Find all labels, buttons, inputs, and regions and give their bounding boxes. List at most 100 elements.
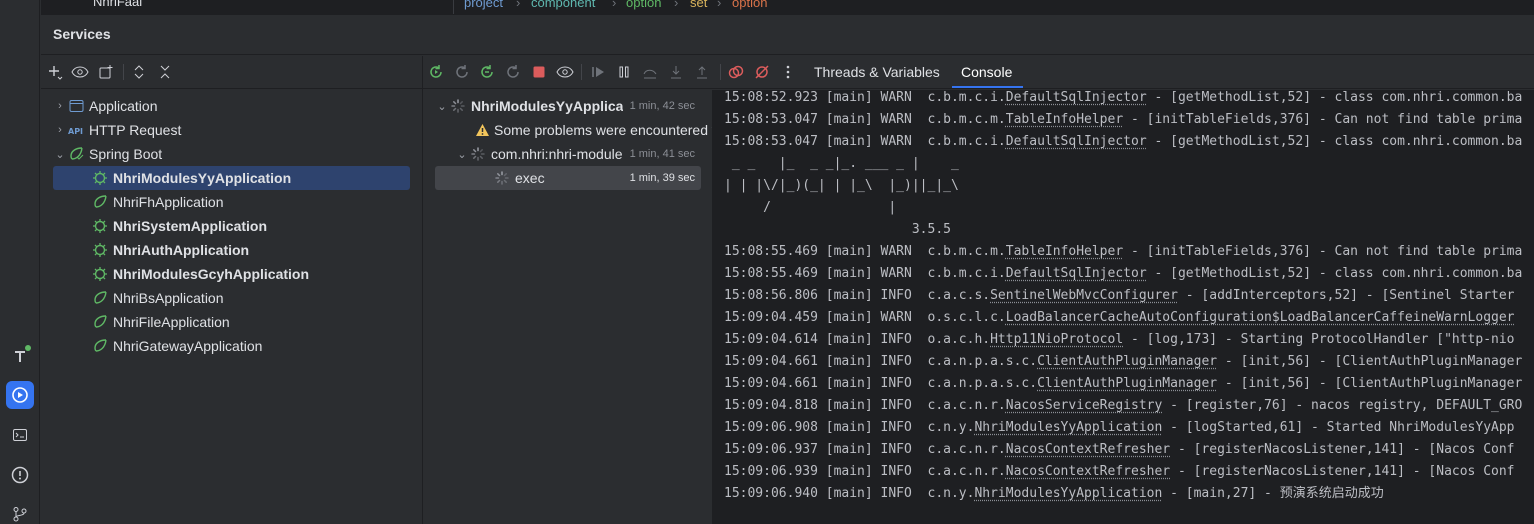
log-class-link[interactable]: TableInfoHelper xyxy=(1006,112,1123,127)
log-prefix: 15:09:04.818 [main] INFO c.a.c.n.r. xyxy=(724,398,1006,413)
spring-running-icon xyxy=(91,170,109,186)
run-tree-exec[interactable]: exec 1 min, 39 sec xyxy=(435,166,701,190)
log-class-link[interactable]: SentinelWebMvcConfigurer xyxy=(990,288,1178,303)
console-output[interactable]: 15:08:52.923 [main] WARN c.b.m.c.i.Defau… xyxy=(713,90,1534,524)
console-line: 15:09:04.459 [main] WARN o.s.c.l.c.LoadB… xyxy=(724,307,1515,329)
breadcrumb-item[interactable]: option xyxy=(732,0,767,10)
step-out-icon[interactable] xyxy=(692,62,712,82)
tree-item-spring-boot[interactable]: ⌄ Spring Boot xyxy=(53,142,410,166)
log-class-link[interactable]: ClientAuthPluginManager xyxy=(1037,354,1217,369)
tree-item-app[interactable]: NhriFhApplication xyxy=(53,190,410,214)
log-prefix: 15:09:04.661 [main] INFO c.a.n.p.a.s.c. xyxy=(724,354,1037,369)
stop-icon[interactable] xyxy=(529,62,549,82)
chevron-down-icon[interactable]: ⌄ xyxy=(435,100,449,113)
rerun-icon[interactable] xyxy=(426,62,446,82)
console-line: / | xyxy=(724,197,967,219)
log-class-link[interactable]: NacosServiceRegistry xyxy=(1006,398,1163,413)
tree-item-label: NhriModulesGcyhApplication xyxy=(113,266,309,282)
eye-icon[interactable] xyxy=(555,62,575,82)
log-class-link[interactable]: NhriModulesYyApplication xyxy=(974,420,1162,435)
run-toolbar: Threads & Variables Console xyxy=(423,56,1534,89)
tree-item-app[interactable]: NhriFileApplication xyxy=(53,310,410,334)
pause-icon[interactable] xyxy=(614,62,634,82)
tree-item-app-running[interactable]: NhriSystemApplication xyxy=(53,214,410,238)
breadcrumb-item[interactable]: component xyxy=(531,0,595,10)
rerun-failed-icon[interactable] xyxy=(452,62,472,82)
exec-label: exec xyxy=(515,170,545,186)
collapse-all-icon[interactable] xyxy=(155,62,175,82)
tree-item-app-running[interactable]: NhriAuthApplication xyxy=(53,238,410,262)
console-line: | | |\/|_)(_| | |_\ |_)||_|_\ xyxy=(724,175,967,197)
log-prefix: 15:09:06.939 [main] INFO c.a.c.n.r. xyxy=(724,464,1006,479)
chevron-down-icon[interactable]: ⌄ xyxy=(53,148,67,161)
tree-item-label: NhriBsApplication xyxy=(113,290,224,306)
log-class-link[interactable]: NacosContextRefresher xyxy=(1006,464,1170,479)
log-message: - [initTableFields,376] - Can not find t… xyxy=(1123,112,1522,127)
log-prefix: _ _ |_ _ _|_. ___ _ | _ xyxy=(724,156,967,171)
log-message: - [getMethodList,52] - class com.nhri.co… xyxy=(1147,134,1523,149)
breadcrumb-item[interactable]: project xyxy=(464,0,503,10)
spring-boot-icon xyxy=(91,314,109,330)
step-into-icon[interactable] xyxy=(666,62,686,82)
run-tree-root[interactable]: ⌄ NhriModulesYyApplica 1 min, 42 sec xyxy=(435,94,705,118)
tree-item-http-request[interactable]: › API HTTP Request xyxy=(53,118,410,142)
mute-breakpoints-icon[interactable] xyxy=(752,62,772,82)
log-class-link[interactable]: ClientAuthPluginManager xyxy=(1037,376,1217,391)
tree-item-label: HTTP Request xyxy=(89,122,181,138)
console-line: 15:09:04.661 [main] INFO c.a.n.p.a.s.c.C… xyxy=(724,351,1522,373)
new-tab-icon[interactable] xyxy=(96,62,116,82)
console-line: 15:09:06.937 [main] INFO c.a.c.n.r.Nacos… xyxy=(724,439,1515,461)
more-options-icon[interactable] xyxy=(778,62,798,82)
rerun-debug-icon[interactable] xyxy=(503,62,523,82)
tree-item-app[interactable]: NhriGatewayApplication xyxy=(53,334,410,358)
terminal-icon[interactable] xyxy=(6,421,34,449)
tab-threads-variables[interactable]: Threads & Variables xyxy=(814,64,940,80)
breadcrumb-item[interactable]: option xyxy=(626,0,661,10)
log-class-link[interactable]: NacosContextRefresher xyxy=(1006,442,1170,457)
step-over-icon[interactable] xyxy=(640,62,660,82)
build-icon[interactable] xyxy=(6,342,34,370)
view-breakpoints-icon[interactable] xyxy=(726,62,746,82)
log-class-link[interactable]: DefaultSqlInjector xyxy=(1006,90,1147,105)
eye-icon[interactable] xyxy=(70,62,90,82)
log-class-link[interactable]: DefaultSqlInjector xyxy=(1006,134,1147,149)
log-class-link[interactable]: TableInfoHelper xyxy=(1006,244,1123,259)
svg-text:API: API xyxy=(68,127,83,136)
spring-running-icon xyxy=(91,266,109,282)
breadcrumb-item[interactable]: set xyxy=(690,0,707,10)
log-class-link[interactable]: LoadBalancerCacheAutoConfiguration$LoadB… xyxy=(1006,310,1515,325)
run-tree-warning[interactable]: Some problems were encountered w xyxy=(475,118,712,142)
log-message: - [getMethodList,52] - class com.nhri.co… xyxy=(1147,266,1523,281)
services-tree: › Application › API HTTP Request ⌄ Sprin… xyxy=(41,90,422,524)
tree-item-app-running[interactable]: NhriModulesYyApplication xyxy=(53,166,410,190)
restart-icon[interactable] xyxy=(477,62,497,82)
chevron-right-icon[interactable]: › xyxy=(53,100,67,112)
log-prefix: 15:09:06.940 [main] INFO c.n.y. xyxy=(724,486,974,501)
tree-item-app-running[interactable]: NhriModulesGcyhApplication xyxy=(53,262,410,286)
add-service-icon[interactable] xyxy=(45,62,65,82)
expand-all-icon[interactable] xyxy=(129,62,149,82)
log-message: - [init,56] - [ClientAuthPluginManager xyxy=(1217,376,1522,391)
log-prefix: 15:09:04.614 [main] INFO o.a.c.h. xyxy=(724,332,990,347)
tab-console[interactable]: Console xyxy=(961,64,1012,80)
log-prefix: 15:09:04.661 [main] INFO c.a.n.p.a.s.c. xyxy=(724,376,1037,391)
services-tree-toolbar xyxy=(41,56,422,89)
log-prefix: 15:09:06.937 [main] INFO c.a.c.n.r. xyxy=(724,442,1006,457)
resume-icon[interactable] xyxy=(588,62,608,82)
chevron-down-icon[interactable]: ⌄ xyxy=(455,148,469,161)
run-tree-module[interactable]: ⌄ com.nhri:nhri-module 1 min, 41 sec xyxy=(455,142,705,166)
run-root-label: NhriModulesYyApplica xyxy=(471,98,623,114)
console-line: _ _ |_ _ _|_. ___ _ | _ xyxy=(724,153,967,175)
log-class-link[interactable]: Http11NioProtocol xyxy=(990,332,1123,347)
chevron-right-icon[interactable]: › xyxy=(53,124,67,136)
log-class-link[interactable]: DefaultSqlInjector xyxy=(1006,266,1147,281)
console-line: 15:09:04.614 [main] INFO o.a.c.h.Http11N… xyxy=(724,329,1515,351)
problems-icon[interactable] xyxy=(6,461,34,489)
git-icon[interactable] xyxy=(6,500,34,524)
log-class-link[interactable]: NhriModulesYyApplication xyxy=(974,486,1162,501)
project-tree-item[interactable]: NhriFaai xyxy=(93,0,142,9)
console-line: 3.5.5 xyxy=(724,219,959,241)
tree-item-app[interactable]: NhriBsApplication xyxy=(53,286,410,310)
services-icon[interactable] xyxy=(6,381,34,409)
tree-item-application[interactable]: › Application xyxy=(53,94,410,118)
